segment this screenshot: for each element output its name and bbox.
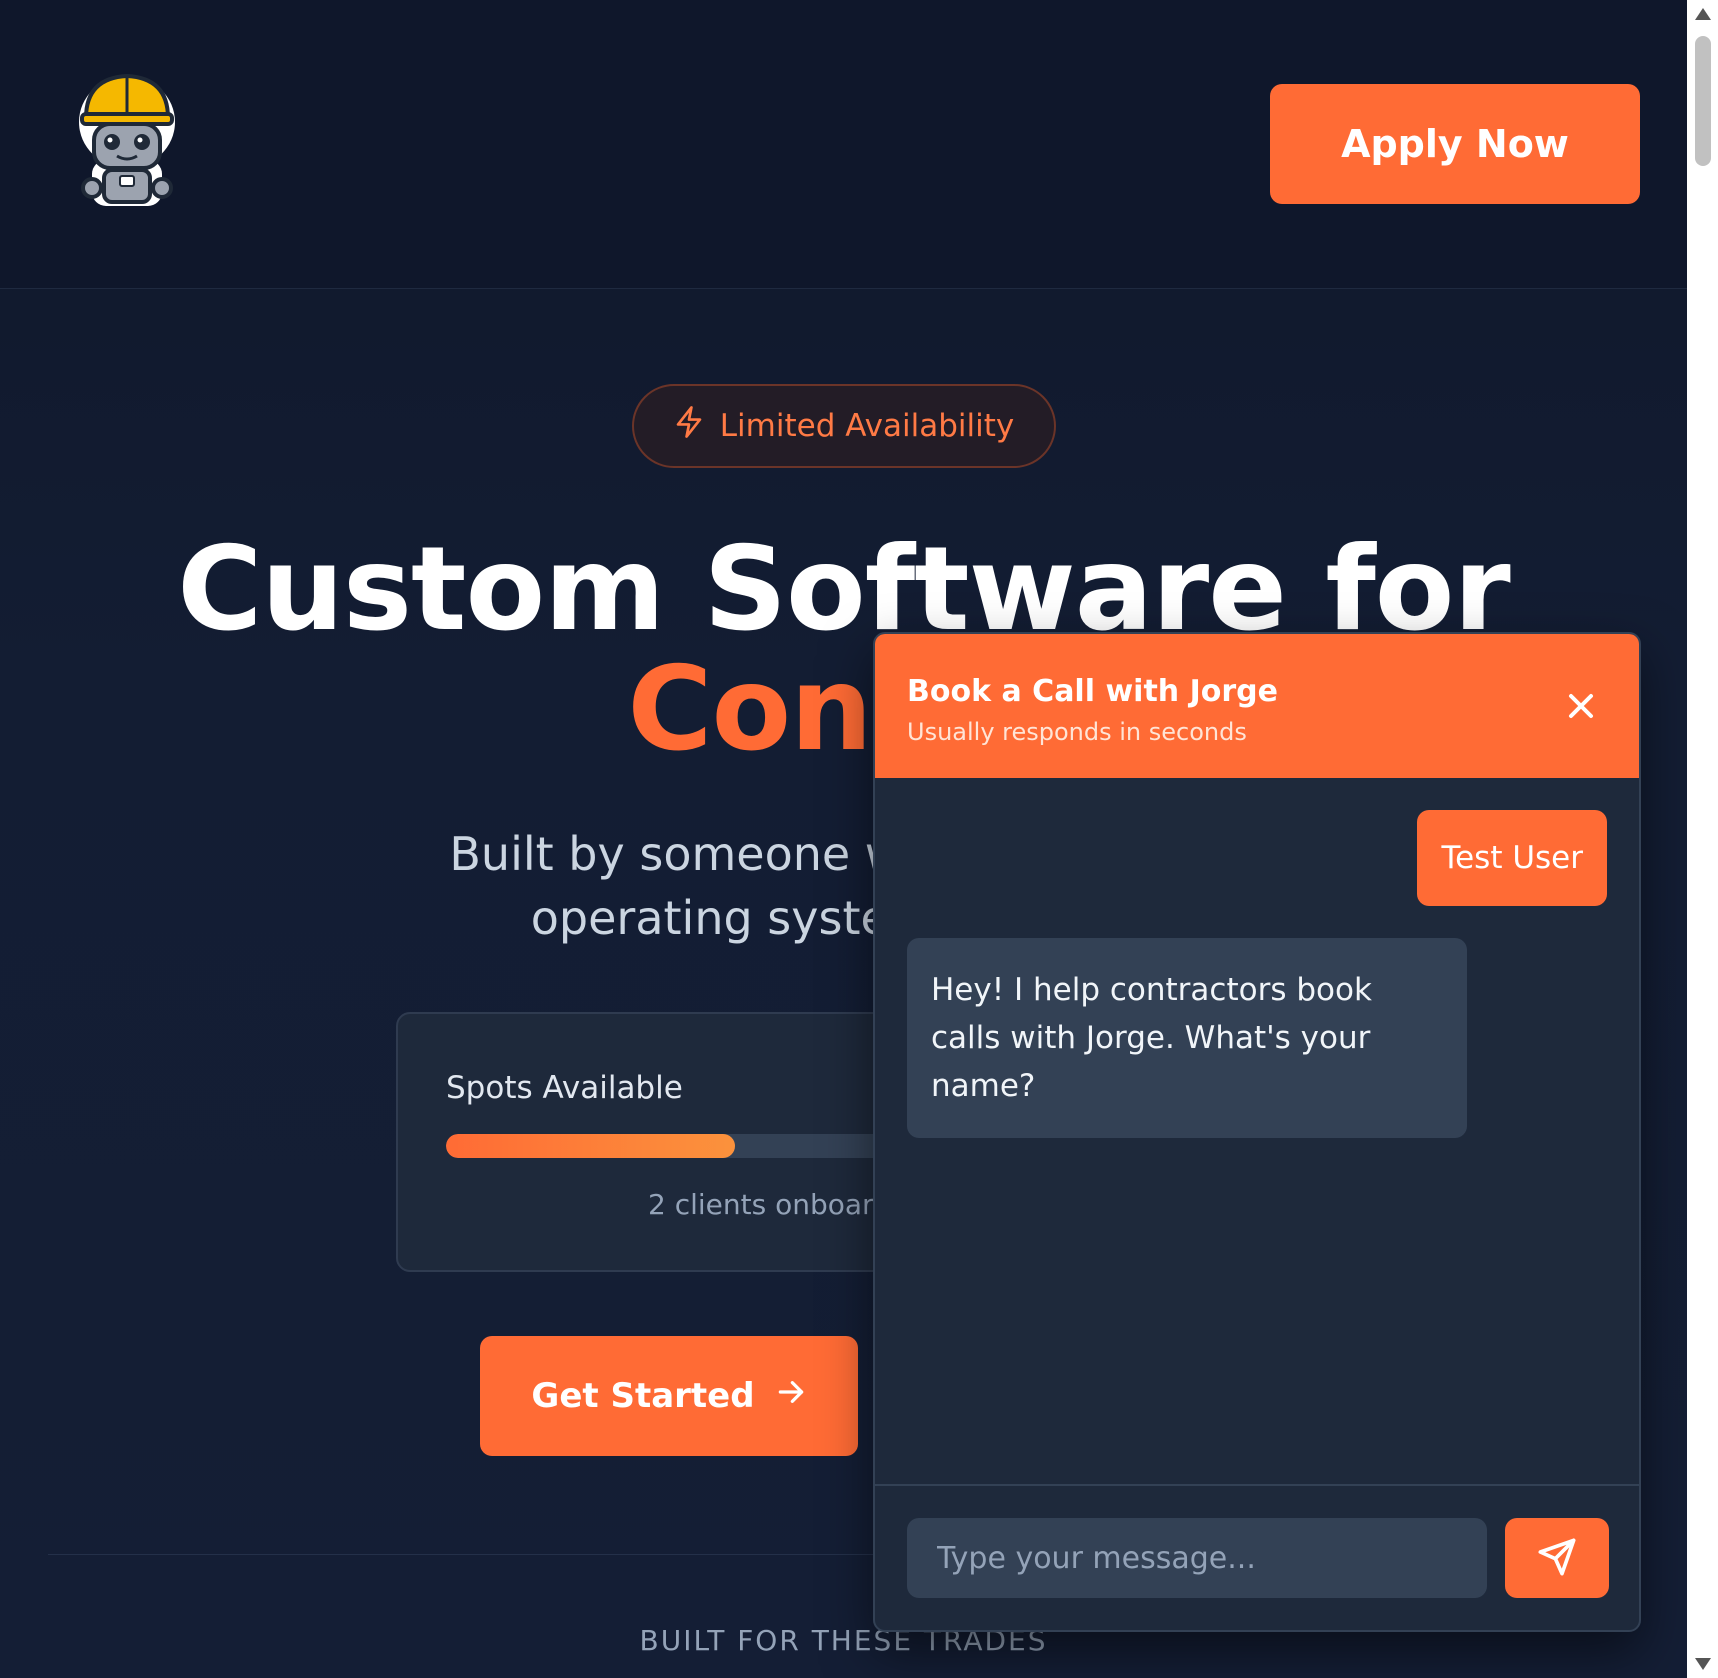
site-header: Apply Now [0,0,1687,289]
chat-widget: Book a Call with Jorge Usually responds … [873,632,1641,1632]
landing-page: Apply Now Limited Availability Custom So… [0,0,1687,1678]
chat-message-user: Test User [1417,810,1607,906]
scroll-down-arrow-icon[interactable] [1695,1658,1711,1670]
scrollbar-thumb[interactable] [1695,36,1711,166]
spots-progress-fill [446,1134,736,1158]
chat-footer [875,1484,1639,1630]
lightning-icon [674,405,704,447]
chat-title: Book a Call with Jorge [907,674,1278,709]
arrow-right-icon [775,1376,807,1417]
send-icon [1537,1537,1577,1580]
get-started-label: Get Started [531,1376,755,1416]
chat-subtitle: Usually responds in seconds [907,718,1247,746]
robot-hardhat-icon[interactable] [74,70,180,210]
get-started-button[interactable]: Get Started [480,1336,858,1456]
chat-message-input[interactable] [907,1518,1487,1598]
apply-now-button[interactable]: Apply Now [1270,84,1640,204]
limited-availability-badge: Limited Availability [632,384,1056,468]
chat-header: Book a Call with Jorge Usually responds … [875,634,1639,778]
spots-title: Spots Available [446,1070,683,1106]
page-scrollbar[interactable] [1687,0,1718,1678]
close-icon[interactable] [1561,686,1601,726]
send-button[interactable] [1505,1518,1609,1598]
chat-message-bot: Hey! I help contractors book calls with … [907,938,1467,1138]
scroll-up-arrow-icon[interactable] [1695,8,1711,20]
badge-label: Limited Availability [719,408,1015,444]
